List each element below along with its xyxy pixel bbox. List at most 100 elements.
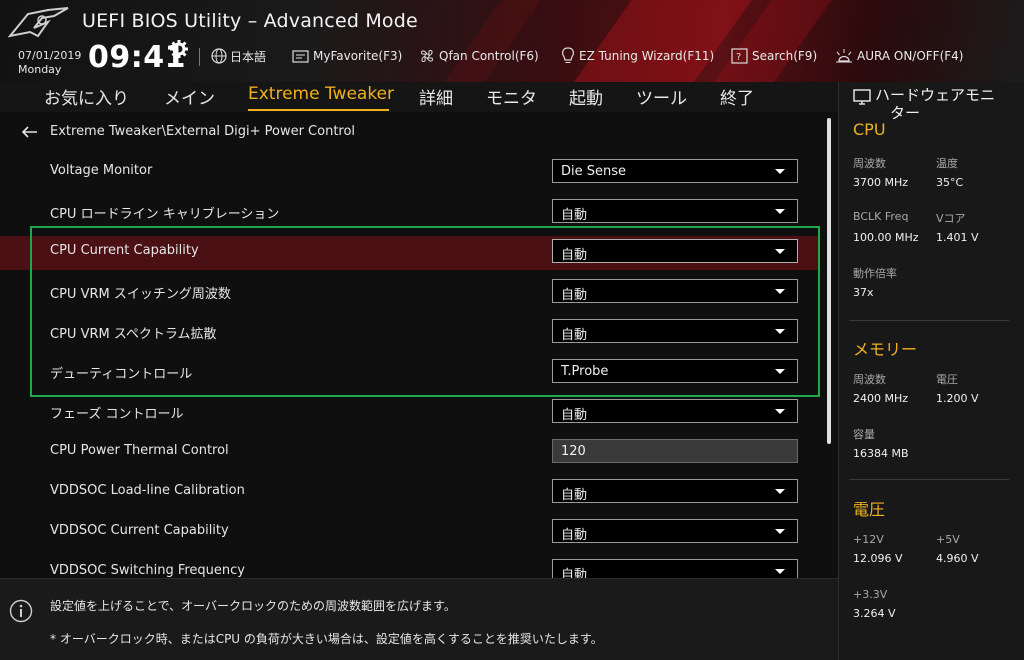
v12-value: 12.096 V: [853, 552, 903, 565]
myfavorite-label: MyFavorite(F3): [313, 49, 403, 63]
setting-row-cpu-vrm-switching-frequency[interactable]: CPU VRM スイッチング周波数 自動: [0, 276, 818, 310]
setting-row-phase-control[interactable]: フェーズ コントロール 自動: [0, 396, 818, 430]
cpu-freq-label: 周波数: [853, 157, 886, 170]
svg-text:?: ?: [736, 52, 741, 63]
voltage-monitor-select[interactable]: Die Sense: [552, 159, 798, 183]
v33-value: 3.264 V: [853, 607, 896, 620]
tab-exit[interactable]: 終了: [720, 84, 754, 109]
select-value: 自動: [561, 568, 588, 578]
chevron-down-icon: [775, 209, 785, 214]
back-arrow-icon[interactable]: [22, 125, 38, 138]
select-value: 自動: [561, 528, 588, 543]
cpu-llc-select[interactable]: 自動: [552, 199, 798, 223]
help-text-line2: * オーバークロック時、またはCPU の負荷が大きい場合は、設定値を高くすること…: [50, 632, 603, 646]
hw-divider: [849, 320, 1009, 321]
hardware-monitor-panel: ハードウェアモニ ター CPU 周波数 温度 3700 MHz 35°C BCL…: [838, 82, 1024, 660]
chevron-down-icon: [775, 569, 785, 574]
bclk-label: BCLK Freq: [853, 210, 909, 223]
language-button[interactable]: 日本語: [211, 46, 266, 66]
setting-row-cpu-current-capability[interactable]: CPU Current Capability 自動: [0, 236, 818, 270]
tab-favorites[interactable]: お気に入り: [44, 84, 129, 109]
favorite-icon: [292, 50, 309, 63]
setting-row-vddsoc-llc[interactable]: VDDSOC Load-line Calibration 自動: [0, 476, 818, 510]
vddsoc-llc-select[interactable]: 自動: [552, 479, 798, 503]
v5-value: 4.960 V: [936, 552, 979, 565]
main-menu-bar: お気に入り メイン Extreme Tweaker 詳細 モニタ 起動 ツール …: [0, 82, 838, 112]
duty-control-select[interactable]: T.Probe: [552, 359, 798, 383]
mem-capacity-label: 容量: [853, 428, 875, 441]
info-icon: [9, 599, 33, 623]
help-info-bar: 設定値を上げることで、オーバークロックのための周波数範囲を広げます。 * オーバ…: [0, 578, 838, 660]
setting-label: VDDSOC Load-line Calibration: [50, 483, 245, 498]
select-value: 自動: [561, 488, 588, 503]
chevron-down-icon: [775, 169, 785, 174]
lightbulb-icon: [562, 47, 574, 63]
hw-section-memory: メモリー: [853, 340, 918, 359]
settings-scrollbar[interactable]: [827, 118, 831, 444]
cpu-current-capability-select[interactable]: 自動: [552, 239, 798, 263]
cpu-vrm-switching-frequency-select[interactable]: 自動: [552, 279, 798, 303]
myfavorite-button[interactable]: MyFavorite(F3): [292, 46, 402, 66]
v12-label: +12V: [853, 533, 884, 546]
select-value: 自動: [561, 408, 588, 423]
cpu-vrm-spread-spectrum-select[interactable]: 自動: [552, 319, 798, 343]
globe-icon: [211, 48, 227, 64]
ez-tuning-button[interactable]: EZ Tuning Wizard(F11): [560, 46, 714, 66]
gear-icon[interactable]: [170, 40, 188, 58]
weekday-text: Monday: [18, 63, 62, 76]
qfan-button[interactable]: Qfan Control(F6): [418, 46, 539, 66]
tab-main[interactable]: メイン: [164, 84, 215, 109]
tab-extreme-tweaker[interactable]: Extreme Tweaker: [248, 84, 394, 104]
tab-tool[interactable]: ツール: [636, 84, 687, 109]
header-divider: [199, 48, 200, 66]
hw-section-voltage: 電圧: [853, 500, 886, 519]
cpu-freq-value: 3700 MHz: [853, 176, 909, 189]
setting-label: CPU Current Capability: [50, 243, 199, 258]
input-value: 120: [561, 444, 586, 459]
rog-logo-icon: [8, 7, 69, 38]
setting-row-cpu-vrm-spread-spectrum[interactable]: CPU VRM スペクトラム拡散 自動: [0, 316, 818, 350]
mem-freq-label: 周波数: [853, 373, 886, 386]
cpu-temp-value: 35°C: [936, 176, 964, 189]
fan-icon: [421, 50, 433, 62]
setting-label: VDDSOC Current Capability: [50, 523, 229, 538]
active-tab-underline: [248, 109, 389, 111]
chevron-down-icon: [775, 369, 785, 374]
setting-label: VDDSOC Switching Frequency: [50, 563, 245, 578]
phase-control-select[interactable]: 自動: [552, 399, 798, 423]
setting-label: CPU ロードライン キャリブレーション: [50, 207, 280, 222]
hw-divider: [849, 479, 1009, 480]
breadcrumb: Extreme Tweaker\External Digi+ Power Con…: [22, 124, 355, 139]
search-button[interactable]: ? Search(F9): [731, 46, 817, 66]
select-value: 自動: [561, 208, 588, 223]
select-value: T.Probe: [561, 364, 609, 379]
chevron-down-icon: [775, 329, 785, 334]
date-display: 07/01/2019 Monday: [18, 49, 81, 77]
monitor-icon: [853, 89, 871, 105]
tab-boot[interactable]: 起動: [569, 84, 603, 109]
header-bar: UEFI BIOS Utility – Advanced Mode 07/01/…: [0, 0, 1024, 82]
setting-row-voltage-monitor[interactable]: Voltage Monitor Die Sense: [0, 156, 818, 190]
setting-label: Voltage Monitor: [50, 163, 153, 178]
date-text: 07/01/2019: [18, 49, 82, 62]
chevron-down-icon: [775, 529, 785, 534]
setting-row-duty-control[interactable]: デューティコントロール T.Probe: [0, 356, 818, 390]
mem-volt-label: 電圧: [936, 373, 958, 386]
vcore-value: 1.401 V: [936, 231, 979, 244]
vddsoc-switching-frequency-select[interactable]: 自動: [552, 559, 798, 578]
vddsoc-current-capability-select[interactable]: 自動: [552, 519, 798, 543]
chevron-down-icon: [775, 489, 785, 494]
setting-row-cpu-power-thermal-control[interactable]: CPU Power Thermal Control 120: [0, 436, 818, 470]
ez-tuning-label: EZ Tuning Wizard(F11): [579, 49, 715, 63]
language-label: 日本語: [230, 49, 267, 64]
help-text-line1: 設定値を上げることで、オーバークロックのための周波数範囲を広げます。: [50, 599, 456, 613]
cpu-power-thermal-control-input[interactable]: 120: [552, 439, 798, 463]
aura-button[interactable]: AURA ON/OFF(F4): [834, 46, 963, 66]
setting-row-vddsoc-current-capability[interactable]: VDDSOC Current Capability 自動: [0, 516, 818, 550]
setting-label: CPU Power Thermal Control: [50, 443, 229, 458]
tab-monitor[interactable]: モニタ: [486, 84, 537, 109]
setting-row-cpu-llc[interactable]: CPU ロードライン キャリブレーション 自動: [0, 196, 818, 230]
settings-panel: Extreme Tweaker\External Digi+ Power Con…: [0, 112, 838, 578]
setting-row-vddsoc-switching-frequency[interactable]: VDDSOC Switching Frequency 自動: [0, 556, 818, 578]
tab-advanced[interactable]: 詳細: [419, 84, 453, 109]
